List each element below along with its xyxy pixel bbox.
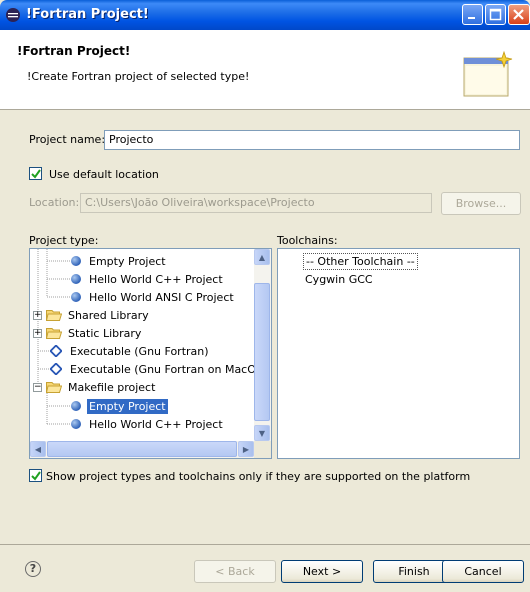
minimize-icon bbox=[468, 17, 475, 19]
banner-description: !Create Fortran project of selected type… bbox=[27, 70, 250, 83]
back-button[interactable]: < Back bbox=[194, 560, 276, 583]
show-supported-checkbox[interactable] bbox=[29, 469, 42, 482]
tree-item-executable-gnu-fortran[interactable]: Executable (Gnu Fortran) bbox=[50, 342, 211, 360]
scroll-up-icon[interactable]: ▲ bbox=[254, 249, 270, 265]
tree-item-static-library[interactable]: + Static Library bbox=[33, 324, 143, 342]
tree-item-empty-project[interactable]: Empty Project bbox=[71, 252, 168, 270]
project-name-input[interactable]: Projecto bbox=[104, 130, 520, 150]
checkmark-icon bbox=[31, 169, 41, 179]
toolchains-label: Toolchains: bbox=[277, 234, 338, 247]
expand-icon[interactable]: + bbox=[33, 310, 42, 320]
close-icon bbox=[513, 9, 524, 20]
maximize-icon bbox=[489, 8, 502, 21]
project-name-label: Project name: bbox=[29, 133, 106, 146]
toolchain-item-other[interactable]: -- Other Toolchain -- bbox=[303, 252, 418, 270]
window-title: !Fortran Project! bbox=[26, 7, 149, 22]
use-default-location-checkbox[interactable] bbox=[29, 167, 42, 180]
collapse-icon[interactable]: − bbox=[33, 382, 42, 392]
toolchain-label: -- Other Toolchain -- bbox=[303, 252, 418, 270]
checkmark-icon bbox=[31, 471, 41, 481]
location-input[interactable]: C:\Users\João Oliveira\workspace\Project… bbox=[80, 193, 432, 213]
tree-item-label: Hello World C++ Project bbox=[89, 417, 223, 431]
new-project-wizard-icon bbox=[463, 50, 513, 97]
tree-item-shared-library[interactable]: + Shared Library bbox=[33, 306, 151, 324]
tree-item-label: Empty Project bbox=[87, 398, 168, 414]
eclipse-icon bbox=[6, 8, 20, 22]
tree-item-label: Executable (Gnu Fortran on MacOS bbox=[70, 362, 263, 376]
vertical-scrollbar[interactable]: ▲ ▼ bbox=[254, 249, 271, 441]
scroll-right-icon[interactable]: ▶ bbox=[238, 441, 254, 457]
project-template-icon bbox=[71, 401, 81, 411]
open-folder-icon bbox=[46, 382, 62, 393]
expand-icon[interactable]: + bbox=[33, 328, 42, 338]
toolchain-label: Cygwin GCC bbox=[305, 272, 373, 286]
tree-item-makefile-hello-world-cpp[interactable]: Hello World C++ Project bbox=[71, 415, 225, 433]
cancel-button[interactable]: Cancel bbox=[442, 560, 524, 583]
scroll-left-icon[interactable]: ◀ bbox=[30, 441, 46, 457]
location-label: Location: bbox=[29, 196, 80, 209]
use-default-location-label: Use default location bbox=[49, 168, 159, 181]
project-template-icon bbox=[71, 419, 81, 429]
next-button[interactable]: Next > bbox=[281, 560, 363, 583]
help-icon[interactable]: ? bbox=[25, 561, 41, 577]
tree-item-makefile-project[interactable]: − Makefile project bbox=[33, 378, 157, 396]
browse-button[interactable]: Browse... bbox=[441, 192, 521, 215]
tree-item-label: Hello World ANSI C Project bbox=[89, 290, 234, 304]
folder-icon bbox=[46, 310, 62, 321]
tree-item-makefile-empty-project[interactable]: Empty Project bbox=[71, 397, 168, 415]
tree-item-hello-world-ansi-c[interactable]: Hello World ANSI C Project bbox=[71, 288, 236, 306]
scrollbar-thumb[interactable] bbox=[47, 441, 237, 457]
diamond-icon bbox=[50, 345, 62, 357]
footer-divider bbox=[0, 544, 530, 545]
horizontal-scrollbar[interactable]: ◀ ▶ bbox=[30, 441, 254, 458]
close-button[interactable] bbox=[508, 4, 530, 25]
header-banner: !Fortran Project! !Create Fortran projec… bbox=[0, 30, 530, 110]
tree-item-label: Hello World C++ Project bbox=[89, 272, 223, 286]
maximize-button[interactable] bbox=[485, 4, 506, 25]
minimize-button[interactable] bbox=[462, 4, 483, 25]
project-type-tree[interactable]: Empty Project Hello World C++ Project He… bbox=[29, 248, 272, 459]
tree-item-label: Executable (Gnu Fortran) bbox=[70, 344, 209, 358]
project-template-icon bbox=[71, 274, 81, 284]
tree-item-label: Makefile project bbox=[68, 380, 156, 394]
tree-item-label: Shared Library bbox=[68, 308, 149, 322]
banner-title: !Fortran Project! bbox=[17, 44, 131, 58]
title-bar: !Fortran Project! bbox=[0, 0, 530, 30]
diamond-icon bbox=[50, 363, 62, 375]
scrollbar-corner bbox=[254, 441, 271, 458]
tree-item-executable-gnu-fortran-macos[interactable]: Executable (Gnu Fortran on MacOS bbox=[50, 360, 265, 378]
tree-item-hello-world-cpp[interactable]: Hello World C++ Project bbox=[71, 270, 225, 288]
project-template-icon bbox=[71, 256, 81, 266]
toolchains-list[interactable]: -- Other Toolchain -- Cygwin GCC bbox=[277, 248, 520, 459]
scroll-down-icon[interactable]: ▼ bbox=[254, 425, 270, 441]
tree-item-label: Empty Project bbox=[89, 254, 166, 268]
tree-item-label: Static Library bbox=[68, 326, 142, 340]
project-type-label: Project type: bbox=[29, 234, 99, 247]
project-template-icon bbox=[71, 292, 81, 302]
toolchain-item-cygwin-gcc[interactable]: Cygwin GCC bbox=[303, 270, 375, 288]
show-supported-label: Show project types and toolchains only i… bbox=[46, 470, 471, 483]
scrollbar-thumb[interactable] bbox=[254, 283, 270, 421]
folder-icon bbox=[46, 328, 62, 339]
